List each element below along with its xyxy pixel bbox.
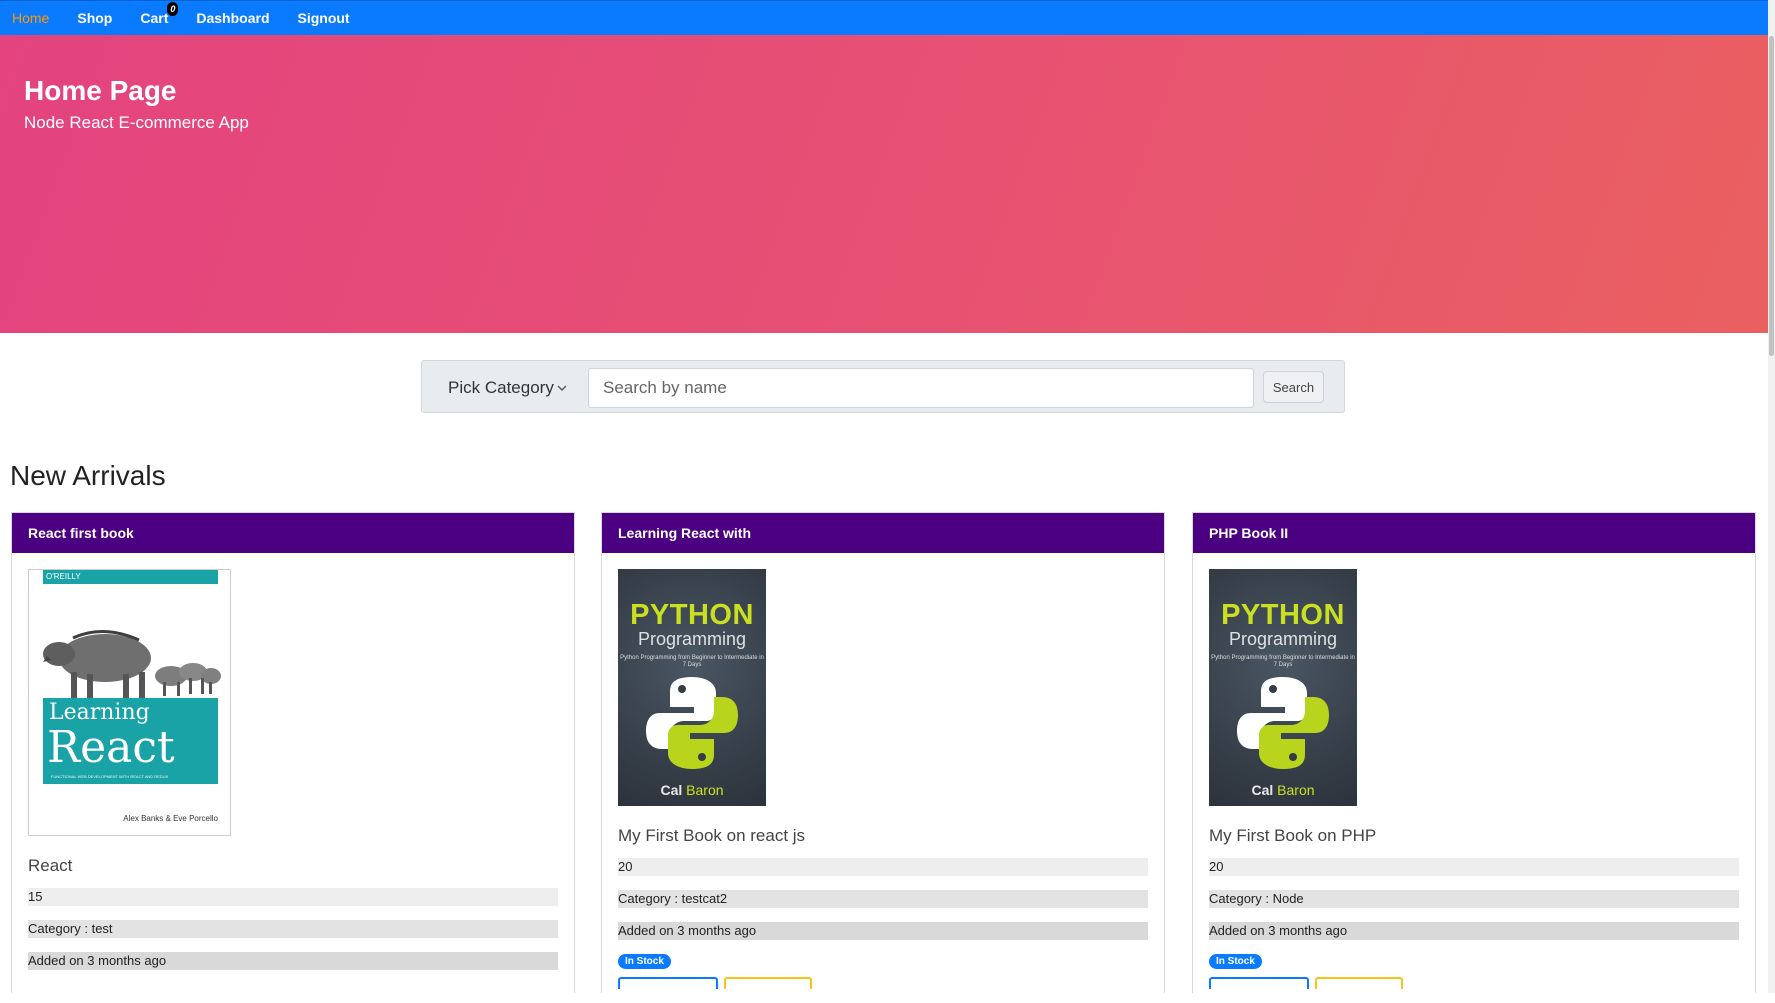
search-input[interactable] [588, 368, 1254, 408]
product-card: Learning React with PYTHON Programming P… [601, 512, 1165, 993]
product-card-header: PHP Book II [1193, 513, 1755, 553]
product-added-date: Added on 3 months ago [618, 922, 1148, 940]
cover-author: Cal Baron [1209, 782, 1357, 798]
product-name: My First Book on react js [618, 826, 806, 845]
chevron-down-icon [557, 385, 567, 391]
nav-link-dashboard[interactable]: Dashboard [196, 10, 269, 26]
cover-title-line2: React [47, 722, 175, 773]
cover-tagline: Python Programming from Beginner to Inte… [1211, 655, 1355, 668]
stock-badge: In Stock [1209, 954, 1262, 969]
product-price: 20 [618, 858, 1148, 876]
page-subtitle: Node React E-commerce App [24, 113, 249, 132]
card-actions [1209, 977, 1739, 989]
product-price: 20 [1209, 858, 1739, 876]
cover-author-first: Cal [660, 782, 683, 798]
view-product-button[interactable] [618, 977, 718, 989]
nav-link-shop[interactable]: Shop [77, 10, 112, 26]
product-card-body: PYTHON Programming Python Programming fr… [1193, 553, 1755, 1003]
category-select[interactable]: Pick Category [432, 368, 582, 408]
cover-tagline: FUNCTIONAL WEB DEVELOPMENT WITH REACT AN… [51, 774, 169, 779]
nav-link-home[interactable]: Home [12, 10, 49, 26]
python-logo-icon [646, 677, 738, 769]
cover-publisher: O'REILLY [43, 570, 218, 584]
cover-author-last: Baron [1277, 782, 1315, 798]
add-to-cart-button[interactable] [1315, 977, 1403, 989]
cover-title: PYTHON [630, 599, 754, 631]
product-card: React first book O'REILLY Learning React… [11, 512, 575, 993]
product-name: My First Book on PHP [1209, 826, 1377, 845]
nav-link-cart-label: Cart [140, 10, 169, 26]
cover-author-first: Cal [1251, 782, 1274, 798]
product-added-date: Added on 3 months ago [1209, 922, 1739, 940]
cover-subtitle: Programming [637, 629, 747, 649]
search-button[interactable]: Search [1263, 371, 1324, 403]
product-image: PYTHON Programming Python Programming fr… [618, 569, 766, 806]
boar-illustration [43, 629, 221, 698]
product-card-header: React first book [12, 513, 574, 553]
cover-author: Cal Baron [618, 782, 766, 798]
stock-badge: In Stock [618, 954, 671, 969]
product-added-date: Added on 3 months ago [28, 952, 558, 970]
product-category: Category : Node [1209, 890, 1739, 908]
product-card: PHP Book II PYTHON Programming Python Pr… [1192, 512, 1756, 993]
hero-banner: Home Page Node React E-commerce App [0, 35, 1768, 333]
search-form: Pick Category Search [421, 360, 1345, 413]
product-card-header: Learning React with [602, 513, 1164, 553]
category-select-label: Pick Category [448, 378, 554, 397]
scrollbar-thumb[interactable] [1769, 36, 1774, 356]
add-to-cart-button[interactable] [724, 977, 812, 989]
cover-subtitle: Programming [1228, 629, 1338, 649]
product-name: React [28, 856, 73, 875]
product-image: PYTHON Programming Python Programming fr… [1209, 569, 1357, 806]
cover-authors: Alex Banks & Eve Porcello [123, 814, 218, 823]
nav-link-signout[interactable]: Signout [298, 10, 350, 26]
top-navbar: Home Shop Cart 0 Dashboard Signout [0, 0, 1775, 35]
product-category: Category : test [28, 920, 558, 938]
nav-link-cart[interactable]: Cart 0 [140, 2, 179, 26]
cart-count-badge: 0 [167, 2, 179, 16]
page-title: Home Page [24, 75, 177, 106]
product-card-body: PYTHON Programming Python Programming fr… [602, 553, 1164, 1003]
nav-list: Home Shop Cart 0 Dashboard Signout [0, 1, 1775, 35]
new-arrivals-heading: New Arrivals [10, 460, 166, 491]
page-scrollbar[interactable] [1768, 0, 1775, 993]
cover-title: PYTHON [1221, 599, 1345, 631]
product-card-body: O'REILLY Learning React FUNCTIONAL WEB D… [12, 553, 574, 986]
view-product-button[interactable] [1209, 977, 1309, 989]
cover-author-last: Baron [686, 782, 724, 798]
python-logo-icon [1237, 677, 1329, 769]
product-category: Category : testcat2 [618, 890, 1148, 908]
product-price: 15 [28, 888, 558, 906]
cover-tagline: Python Programming from Beginner to Inte… [620, 655, 764, 668]
product-image: O'REILLY Learning React FUNCTIONAL WEB D… [28, 569, 231, 836]
card-actions [618, 977, 1148, 989]
